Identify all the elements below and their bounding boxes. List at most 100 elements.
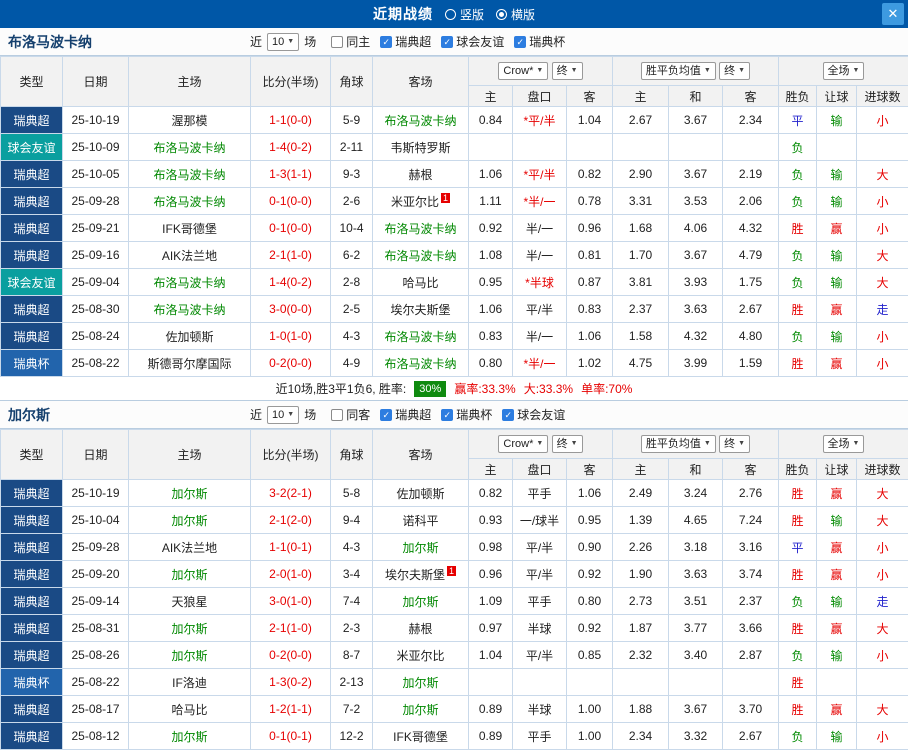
cell-avg-draw: 3.51 [668,587,723,615]
avg-odds-select[interactable]: 胜平负均值 ▼ [640,62,716,80]
odds-provider-select[interactable]: Crow* ▼ [498,435,549,453]
cell-league-type: 瑞典超 [0,214,63,242]
filter-checkbox[interactable]: ✓ 瑞典超 [380,33,431,50]
cell-score: 1-3(0-2) [250,668,331,696]
avg-final-select[interactable]: 终 ▼ [719,435,751,453]
sub-header-goals: 进球数 [856,85,908,107]
cell-league-type: 瑞典超 [0,506,63,534]
cell-corners: 4-3 [330,322,373,350]
team-name: 布洛马波卡纳 [8,33,92,50]
odds-final-select[interactable]: 终 ▼ [551,435,583,453]
red-card-badge: 1 [441,192,451,203]
sub-header-avg-away: 客 [721,85,780,107]
filter-checkbox[interactable]: ✓ 瑞典杯 [514,33,565,50]
cell-away-team: 布洛马波卡纳 [372,322,469,350]
avg-final-value: 终 [724,438,736,450]
cell-result-goals [856,668,908,696]
away-team-name: 埃尔夫斯堡 [384,567,445,582]
games-count-select[interactable]: 10 ▼ [267,405,300,424]
cell-result-goals: 走 [856,587,908,615]
cell-corners: 2-6 [330,187,373,215]
odds-provider-select[interactable]: Crow* ▼ [498,62,549,80]
odds-provider-value: Crow* [503,438,534,450]
filter-checkbox-group: 同客 ✓ 瑞典超 ✓ 瑞典杯 ✓ 球会友谊 [321,406,565,423]
checkbox-icon: ✓ [514,35,527,48]
sub-header-handicap: 盘口 [512,85,567,107]
cell-score: 0-2(0-0) [250,641,331,669]
close-button[interactable]: ✕ [882,3,904,25]
cell-avg-draw: 3.24 [668,479,723,507]
cell-avg-away [721,133,780,161]
home-team-name: 加尔斯 [171,648,208,663]
summary-single-rate: 单率:70% [581,382,633,396]
cell-odds-home [468,668,513,696]
avg-odds-select[interactable]: 胜平负均值 ▼ [640,435,716,453]
match-row: 瑞典超 25-10-19 渥那模 1-1(0-0) 5-9 布洛马波卡纳 0.84 *平/半 1… [0,106,908,134]
cell-avg-home: 2.37 [612,295,669,323]
cell-odds-handicap: *半球 [512,268,567,296]
cell-odds-handicap: 平手 [512,722,567,750]
filter-checkbox[interactable]: 同客 [331,406,370,423]
cell-result-outcome: 负 [778,641,818,669]
chevron-down-icon: ▼ [738,67,746,74]
cell-result-handicap [816,133,858,161]
cell-home-team: 天狼星 [128,587,251,615]
cell-avg-home: 2.73 [612,587,669,615]
avg-final-select[interactable]: 终 ▼ [719,62,751,80]
radio-horizontal-layout[interactable]: 横版 [496,6,535,23]
full-match-select[interactable]: 全场 ▼ [822,435,865,453]
team-section-home: 布洛马波卡纳 近 10 ▼ 场 同主 ✓ 瑞典超 ✓ 球会友谊 ✓ 瑞典杯 类型 日 [0,28,908,401]
cell-date: 25-08-26 [62,641,129,669]
summary-handicap-rate: 赢率:33.3% [454,382,516,396]
cell-odds-handicap: 半/一 [512,322,567,350]
cell-avg-draw: 3.32 [668,722,723,750]
sub-header-avg-draw: 和 [668,458,723,480]
summary-over-rate: 大:33.3% [523,382,574,396]
away-team-name: 佐加顿斯 [396,486,445,501]
filter-checkbox[interactable]: ✓ 瑞典超 [380,406,431,423]
filter-checkbox[interactable]: ✓ 瑞典杯 [441,406,492,423]
cell-league-type: 瑞典超 [0,614,63,642]
sub-header-odds-home: 主 [468,458,513,480]
games-count-select[interactable]: 10 ▼ [267,32,300,51]
filter-checkbox[interactable]: ✓ 球会友谊 [502,406,565,423]
games-count-value: 10 [272,408,285,421]
cell-odds-handicap: 平手 [512,587,567,615]
cell-corners: 7-2 [330,695,373,723]
match-row: 瑞典杯 25-08-22 IF洛迪 1-3(0-2) 2-13 加尔斯 胜 [0,668,908,696]
cell-date: 25-08-31 [62,614,129,642]
away-team-name: IFK哥德堡 [393,729,448,744]
cell-away-team: IFK哥德堡 [372,722,469,750]
games-label: 场 [304,35,317,49]
cell-avg-draw [668,668,723,696]
cell-league-type: 瑞典超 [0,641,63,669]
cell-avg-draw [668,133,723,161]
filter-checkbox[interactable]: ✓ 球会友谊 [441,33,504,50]
cell-result-handicap: 输 [816,268,858,296]
cell-avg-away: 3.70 [721,695,780,723]
cell-corners: 4-3 [330,533,373,561]
cell-league-type: 瑞典超 [0,587,63,615]
filter-controls: 近 10 ▼ 场 同客 ✓ 瑞典超 ✓ 瑞典杯 ✓ 球会友谊 [250,405,565,424]
cell-result-goals: 小 [856,349,908,377]
cell-avg-draw: 3.67 [668,241,723,269]
full-match-select[interactable]: 全场 ▼ [822,62,865,80]
sub-header-odds-away: 客 [566,458,613,480]
cell-date: 25-08-12 [62,722,129,750]
radio-vertical-layout[interactable]: 竖版 [444,6,484,23]
cell-avg-away: 2.19 [721,160,780,188]
games-label: 场 [304,408,317,422]
match-row: 瑞典超 25-10-19 加尔斯 3-2(2-1) 5-8 佐加顿斯 0.82 平手 1.06 2… [0,479,908,507]
filter-label: 瑞典超 [395,35,432,49]
away-team-name: 加尔斯 [402,594,439,609]
cell-score: 0-1(0-1) [250,722,331,750]
filter-checkbox[interactable]: 同主 [331,33,370,50]
cell-corners: 9-4 [330,506,373,534]
cell-league-type: 瑞典超 [0,560,63,588]
cell-odds-away: 0.82 [566,160,613,188]
cell-odds-home: 0.82 [468,479,513,507]
cell-avg-away: 2.76 [721,479,780,507]
chevron-down-icon: ▼ [536,67,544,74]
cell-odds-home: 0.80 [468,349,513,377]
odds-final-select[interactable]: 终 ▼ [551,62,583,80]
